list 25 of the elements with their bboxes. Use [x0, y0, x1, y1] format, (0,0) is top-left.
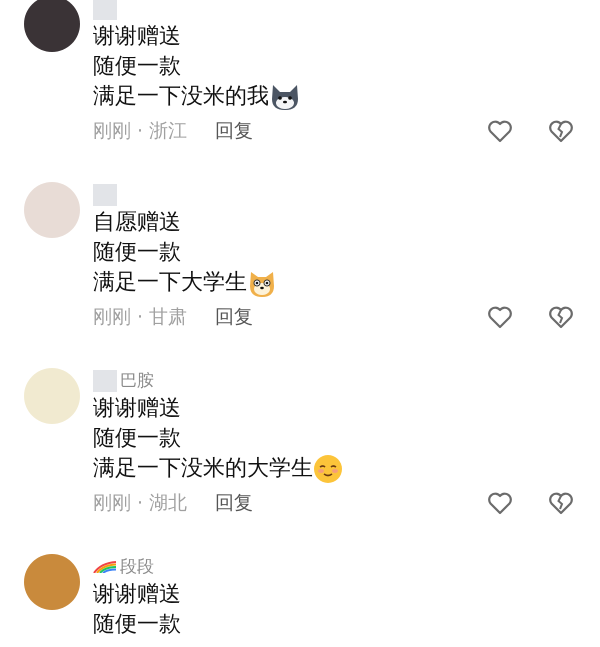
- comment-text: 谢谢赠送: [93, 581, 181, 609]
- comment-text: 满足一下没米的我: [93, 83, 269, 111]
- heart-icon[interactable]: [487, 491, 513, 515]
- broken-heart-icon[interactable]: [548, 119, 574, 143]
- comment-text: 随便一款: [93, 425, 181, 453]
- comment-text: 随便一款: [93, 611, 181, 639]
- comment-text: 随便一款: [93, 53, 181, 81]
- time-location: 刚刚 · 湖北: [93, 490, 188, 516]
- comment-text: 随便一款: [93, 239, 181, 267]
- comment-text: 谢谢赠送: [93, 395, 181, 423]
- comment-text: 满足一下没米的大学生: [93, 455, 313, 483]
- comment-text: 谢谢赠送: [93, 23, 181, 51]
- reply-link[interactable]: 回复: [215, 116, 254, 146]
- smiling-face-icon: [313, 454, 343, 484]
- comment-text: 自愿赠送: [93, 209, 181, 237]
- broken-heart-icon[interactable]: [548, 305, 574, 329]
- time-location: 刚刚 · 浙江: [93, 118, 188, 144]
- heart-icon[interactable]: [487, 305, 513, 329]
- broken-heart-icon[interactable]: [548, 491, 574, 515]
- reply-link[interactable]: 回复: [215, 302, 254, 332]
- heart-icon[interactable]: [487, 119, 513, 143]
- avatar[interactable]: [24, 0, 80, 52]
- comment-text: 满足一下大学生: [93, 269, 247, 297]
- reply-link[interactable]: 回复: [215, 488, 254, 518]
- time-location: 刚刚 · 甘肃: [93, 304, 188, 330]
